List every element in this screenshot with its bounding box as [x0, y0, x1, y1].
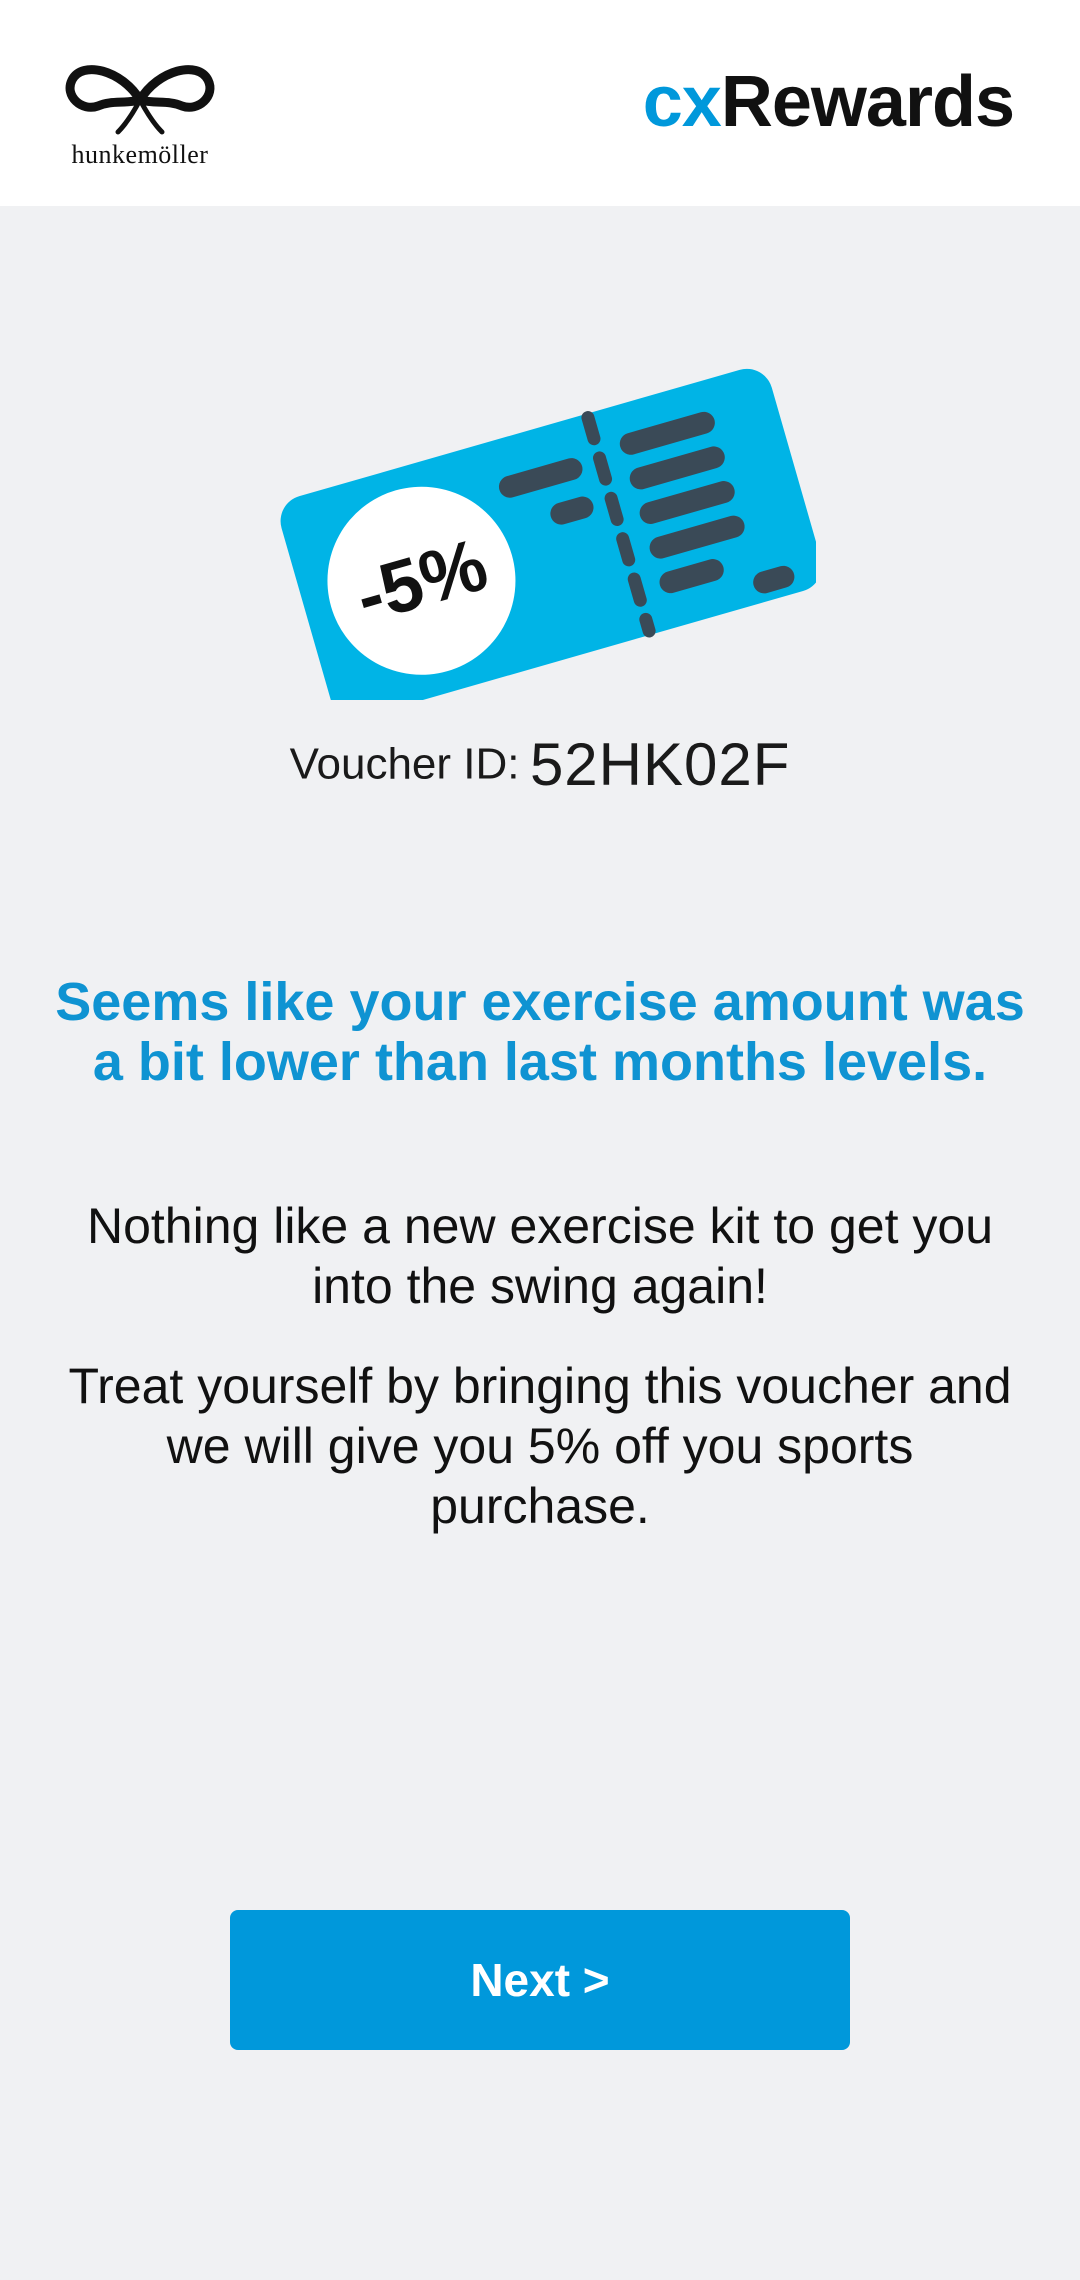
message-paragraph-1: Nothing like a new exercise kit to get y…: [86, 1198, 994, 1314]
message-headline: Seems like your exercise amount was a bi…: [55, 972, 1025, 1092]
voucher-id-row: Voucher ID: 52HK02F: [0, 730, 1080, 799]
voucher-id-label: Voucher ID:: [289, 739, 520, 789]
logo-wordmark: hunkemöller: [71, 140, 209, 169]
app-brand-title: cxRewards: [643, 66, 1015, 138]
app-header: hunkemöller cxRewards: [0, 0, 1080, 206]
hunkemoller-logo: hunkemöller: [62, 60, 218, 172]
message-paragraph-2: Treat yourself by bringing this voucher …: [68, 1358, 1012, 1534]
voucher-ticket-icon: -5%: [280, 368, 822, 719]
brand-prefix: cx: [642, 62, 722, 142]
voucher-illustration: -5%: [268, 330, 822, 719]
bow-logo-icon: [65, 65, 215, 135]
brand-suffix: Rewards: [720, 62, 1015, 142]
next-button[interactable]: Next >: [230, 1910, 850, 2050]
voucher-id-value: 52HK02F: [529, 731, 791, 798]
